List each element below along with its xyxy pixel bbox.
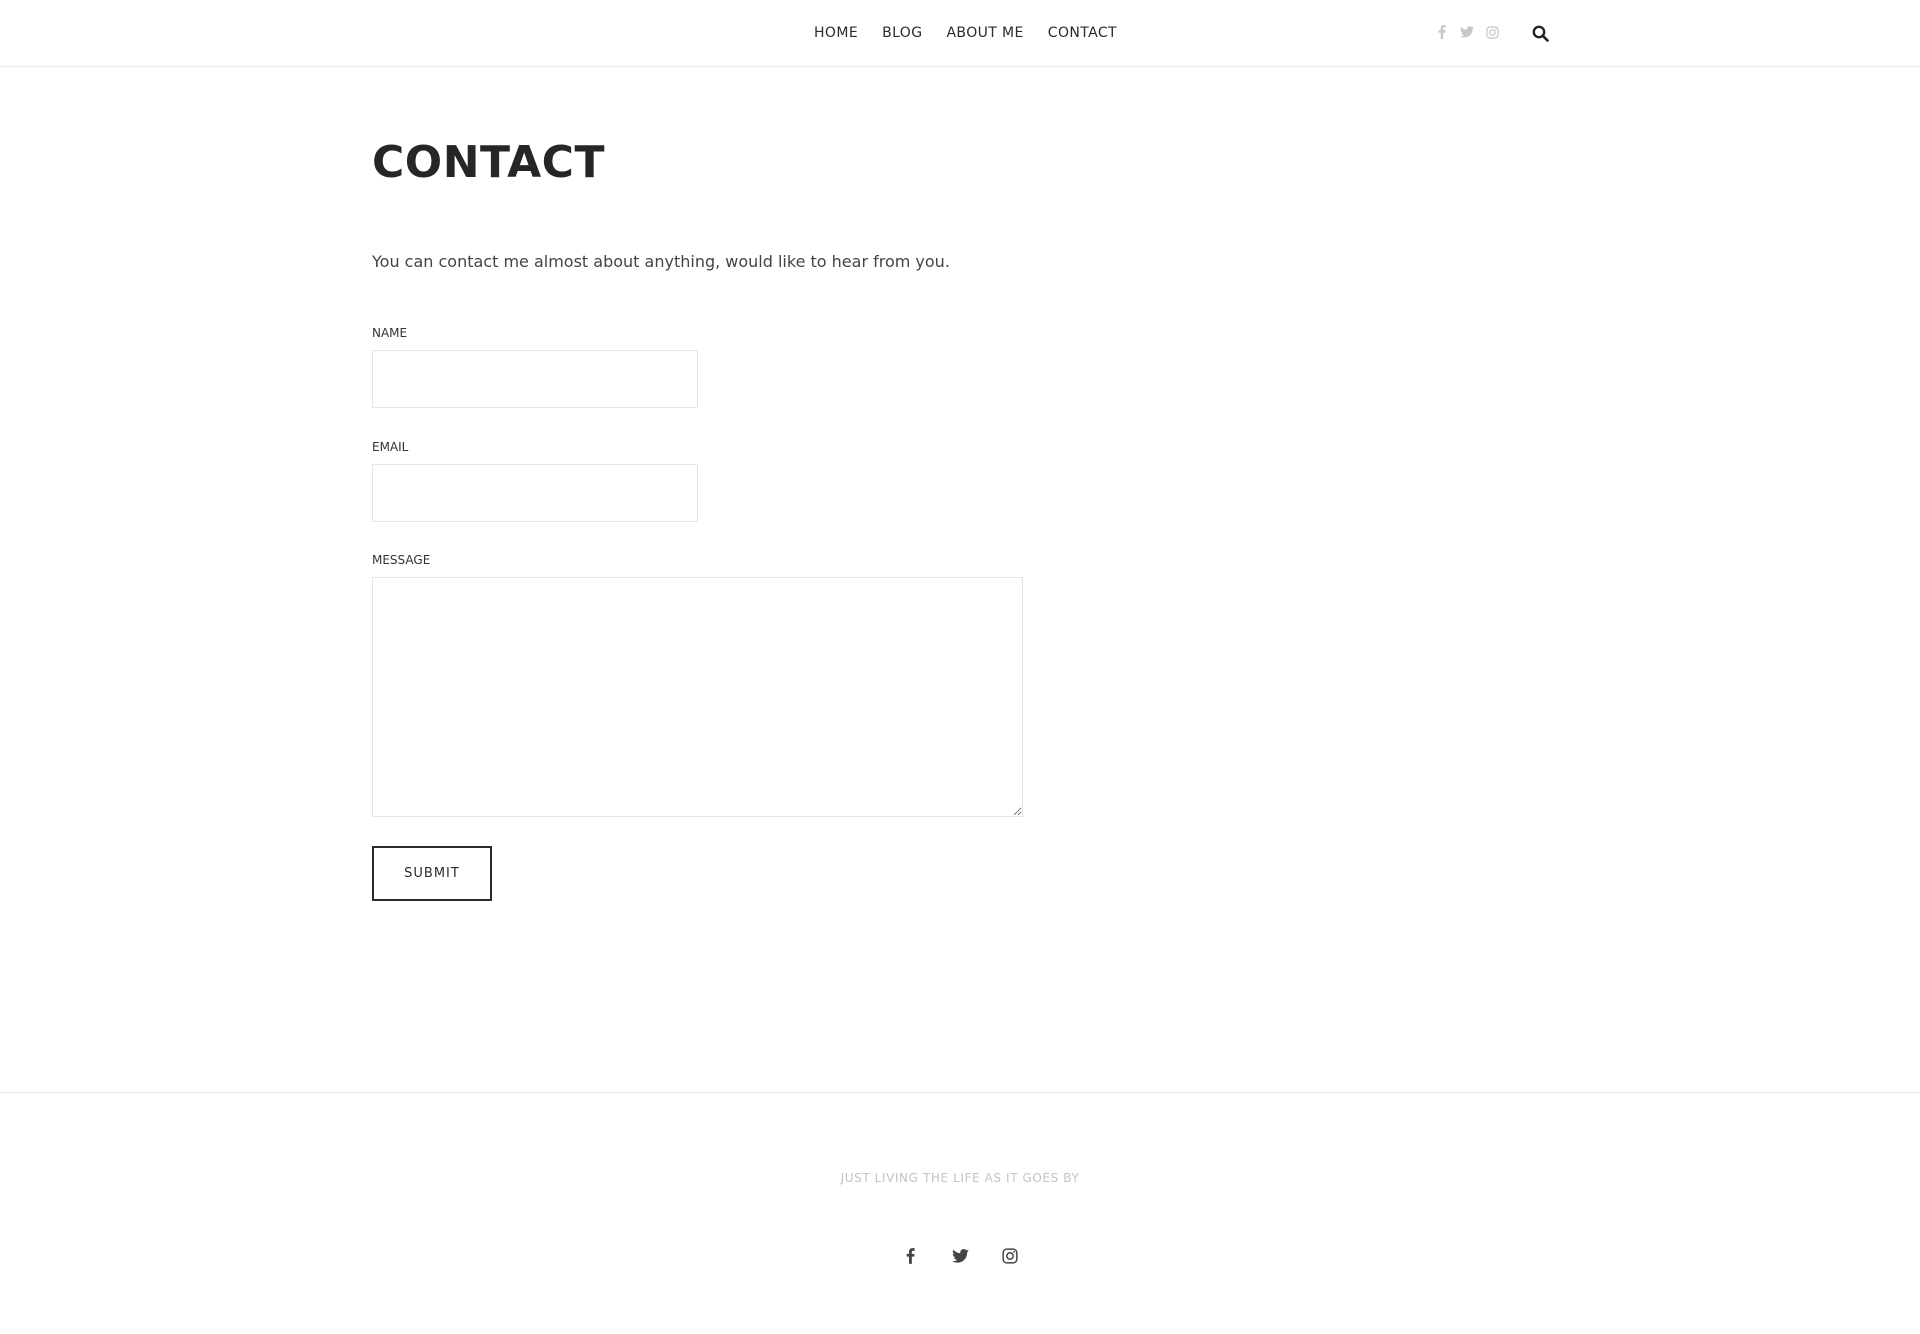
instagram-icon[interactable] (1001, 1247, 1019, 1265)
nav-contact[interactable]: CONTACT (1048, 23, 1117, 43)
page-title: CONTACT (372, 137, 605, 188)
facebook-icon[interactable] (1435, 24, 1449, 40)
nav-blog[interactable]: BLOG (882, 23, 922, 43)
site-header: HOME BLOG ABOUT ME CONTACT (0, 0, 1920, 67)
intro-text: You can contact me almost about anything… (372, 252, 950, 271)
name-label: NAME (372, 326, 408, 340)
nav-about-me[interactable]: ABOUT ME (946, 23, 1023, 43)
main-nav: HOME BLOG ABOUT ME CONTACT (814, 23, 1117, 43)
search-icon (1532, 25, 1549, 42)
footer-tagline: JUST LIVING THE LIFE AS IT GOES BY (840, 1171, 1080, 1185)
nav-home[interactable]: HOME (814, 23, 858, 43)
header-social-links (1435, 24, 1499, 40)
message-label: MESSAGE (372, 553, 431, 567)
search-button[interactable] (1530, 23, 1550, 43)
email-label: EMAIL (372, 440, 409, 454)
submit-button[interactable]: SUBMIT (372, 846, 492, 901)
twitter-icon[interactable] (1460, 24, 1474, 40)
twitter-icon[interactable] (951, 1247, 969, 1265)
instagram-icon[interactable] (1485, 24, 1499, 40)
facebook-icon[interactable] (901, 1247, 919, 1265)
email-field[interactable] (372, 464, 698, 522)
footer-social-links (0, 1247, 1920, 1265)
message-field[interactable] (372, 577, 1023, 817)
name-field[interactable] (372, 350, 698, 408)
site-footer: JUST LIVING THE LIFE AS IT GOES BY (0, 1092, 1920, 1334)
